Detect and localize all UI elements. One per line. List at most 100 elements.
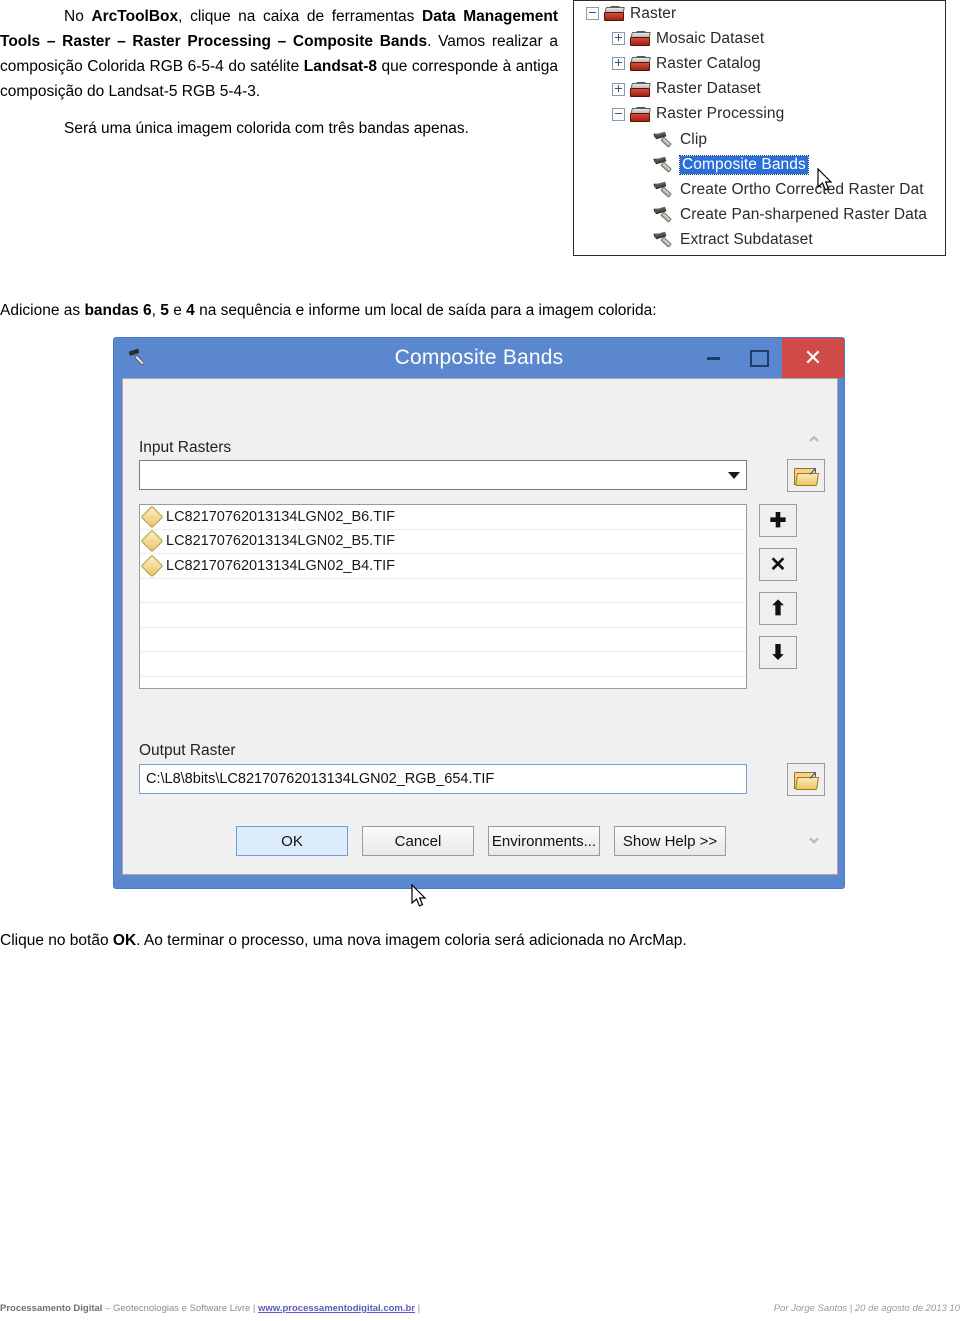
- tree-node[interactable]: Mosaic Dataset: [574, 26, 945, 51]
- raster-layer-icon: [140, 529, 164, 553]
- bottom-instruction-text: Clique no botão OK. Ao terminar o proces…: [0, 930, 900, 952]
- tree-node[interactable]: Extract Subdataset: [574, 228, 945, 253]
- hammer-icon: [654, 156, 674, 174]
- text-run: . Ao terminar o processo, uma nova image…: [136, 932, 687, 949]
- scroll-up-chevron-icon[interactable]: ⌃: [803, 435, 825, 457]
- tree-node-label: Create Pan-sharpened Raster Data: [680, 206, 928, 224]
- list-item[interactable]: LC82170762013134LGN02_B5.TIF: [140, 529, 746, 554]
- output-raster-row: ➚: [139, 763, 825, 796]
- tree-node[interactable]: Raster Processing: [574, 102, 945, 127]
- tree-node[interactable]: Composite Bands: [574, 152, 945, 177]
- list-item-empty[interactable]: [140, 628, 746, 652]
- list-item[interactable]: LC82170762013134LGN02_B4.TIF: [140, 554, 746, 579]
- list-item-empty[interactable]: [140, 652, 746, 677]
- input-browse-button[interactable]: ➚: [787, 459, 825, 492]
- tree-node[interactable]: Create Ortho Corrected Raster Dat: [574, 177, 945, 202]
- output-raster-input[interactable]: [139, 764, 747, 794]
- maximize-button[interactable]: [736, 338, 782, 378]
- list-item-label: LC82170762013134LGN02_B6.TIF: [166, 508, 395, 525]
- input-rasters-list[interactable]: LC82170762013134LGN02_B6.TIF LC8217076201…: [139, 504, 747, 689]
- dialog-titlebar[interactable]: Composite Bands ✕: [114, 338, 844, 378]
- collapse-icon[interactable]: [586, 7, 599, 21]
- dialog-body: ⌃ ⌄ Input Rasters ➚ LC82170762013134LGN0…: [122, 378, 839, 907]
- raster-layer-icon: [140, 554, 164, 578]
- text-run: Adicione as: [0, 302, 85, 319]
- tree-node[interactable]: Clip: [574, 127, 945, 152]
- output-browse-button[interactable]: ➚: [787, 763, 825, 796]
- text-run: OK: [112, 932, 137, 949]
- text-run: Clique no botão: [0, 932, 113, 949]
- tree-node-label: Create Ortho Corrected Raster Dat: [680, 180, 924, 198]
- hammer-icon: [654, 131, 674, 149]
- hammer-icon: [654, 231, 674, 249]
- move-down-button[interactable]: ⬇: [759, 636, 797, 669]
- footer-brand: Processamento Digital: [0, 1303, 103, 1314]
- move-up-button[interactable]: ⬆: [759, 592, 797, 625]
- list-item-empty[interactable]: [140, 603, 746, 628]
- minimize-icon: [706, 356, 720, 360]
- list-item-empty[interactable]: [140, 579, 746, 603]
- text-run: No: [64, 8, 92, 25]
- list-item[interactable]: LC82170762013134LGN02_B6.TIF: [140, 505, 746, 530]
- toolbox-icon: [630, 81, 651, 97]
- hammer-icon: [654, 206, 674, 224]
- raster-layer-icon: [140, 505, 164, 529]
- environments-button[interactable]: Environments...: [488, 826, 600, 856]
- tree-node[interactable]: Create Pan-sharpened Raster Data: [574, 203, 945, 228]
- tree-node[interactable]: Raster Dataset: [574, 77, 945, 102]
- tree-node-label: Raster: [630, 4, 677, 22]
- text-run: , clique na caixa de ferramentas: [178, 8, 423, 25]
- output-raster-label: Output Raster: [139, 742, 236, 759]
- ok-button[interactable]: OK: [236, 826, 348, 856]
- expand-icon[interactable]: [612, 57, 625, 71]
- add-button[interactable]: ✚: [759, 504, 797, 537]
- open-folder-icon: ➚: [794, 769, 819, 790]
- tree-node[interactable]: Raster Catalog: [574, 51, 945, 76]
- text-run: Landsat-8: [303, 58, 377, 75]
- list-action-buttons: ✚ ✕ ⬆ ⬇: [759, 504, 799, 680]
- toolbox-tree[interactable]: Raster Mosaic Dataset Raster Catalog Raster…: [574, 1, 945, 253]
- maximize-icon: [749, 349, 769, 367]
- tree-node-label: Extract Subdataset: [680, 231, 813, 249]
- input-rasters-row: ➚: [139, 459, 825, 492]
- text-run: na sequência e informe um local de saída…: [194, 302, 657, 319]
- tree-node[interactable]: Raster: [574, 1, 945, 26]
- show-help-button[interactable]: Show Help >>: [614, 826, 726, 856]
- input-rasters-label: Input Rasters: [139, 439, 232, 456]
- list-item-empty[interactable]: [140, 677, 746, 689]
- list-item-label: LC82170762013134LGN02_B5.TIF: [166, 533, 395, 550]
- composite-bands-dialog: Composite Bands ✕ ⌃ ⌄ Input Rasters ➚ LC…: [113, 337, 845, 907]
- mid-instruction-text: Adicione as bandas 6, 5 e 4 na sequência…: [0, 300, 900, 322]
- mouse-cursor-icon: [411, 884, 427, 907]
- paragraph-2: Será uma única imagem colorida com três …: [0, 116, 558, 141]
- collapse-icon[interactable]: [612, 107, 625, 121]
- tree-node-label: Clip: [680, 130, 708, 148]
- tree-node-label: Raster Catalog: [656, 54, 761, 72]
- footer-right: Por Jorge Santos | 20 de agosto de 2013 …: [773, 1303, 960, 1314]
- dialog-button-bar: OK Cancel Environments... Show Help >>: [123, 826, 839, 856]
- text-run: 5: [160, 302, 169, 319]
- footer-left: Processamento Digital – Geotecnologias e…: [0, 1303, 420, 1314]
- intro-text-block: No ArcToolBox, clique na caixa de ferram…: [0, 4, 558, 153]
- minimize-button[interactable]: [690, 338, 736, 378]
- tree-node-label: Raster Processing: [656, 105, 785, 123]
- close-button[interactable]: ✕: [782, 338, 844, 378]
- input-rasters-combo[interactable]: [139, 460, 747, 490]
- footer-link[interactable]: www.processamentodigital.com.br: [258, 1303, 415, 1314]
- page-footer: Processamento Digital – Geotecnologias e…: [0, 1303, 960, 1314]
- chevron-down-icon[interactable]: [722, 461, 746, 489]
- expand-icon[interactable]: [612, 82, 625, 96]
- open-folder-icon: ➚: [794, 465, 819, 486]
- text-run: 4: [186, 302, 195, 319]
- remove-button[interactable]: ✕: [759, 548, 797, 581]
- tree-node-label: Composite Bands: [679, 154, 809, 175]
- expand-icon[interactable]: [612, 32, 625, 46]
- window-controls[interactable]: ✕: [690, 338, 844, 378]
- toolbox-icon: [604, 6, 625, 22]
- cancel-button[interactable]: Cancel: [362, 826, 474, 856]
- tree-node-label: Raster Dataset: [656, 80, 761, 98]
- text-run: Será uma única imagem colorida com três …: [64, 120, 469, 137]
- toolbox-icon: [630, 31, 651, 47]
- text-run: e: [168, 302, 187, 319]
- list-item-label: LC82170762013134LGN02_B4.TIF: [166, 557, 395, 574]
